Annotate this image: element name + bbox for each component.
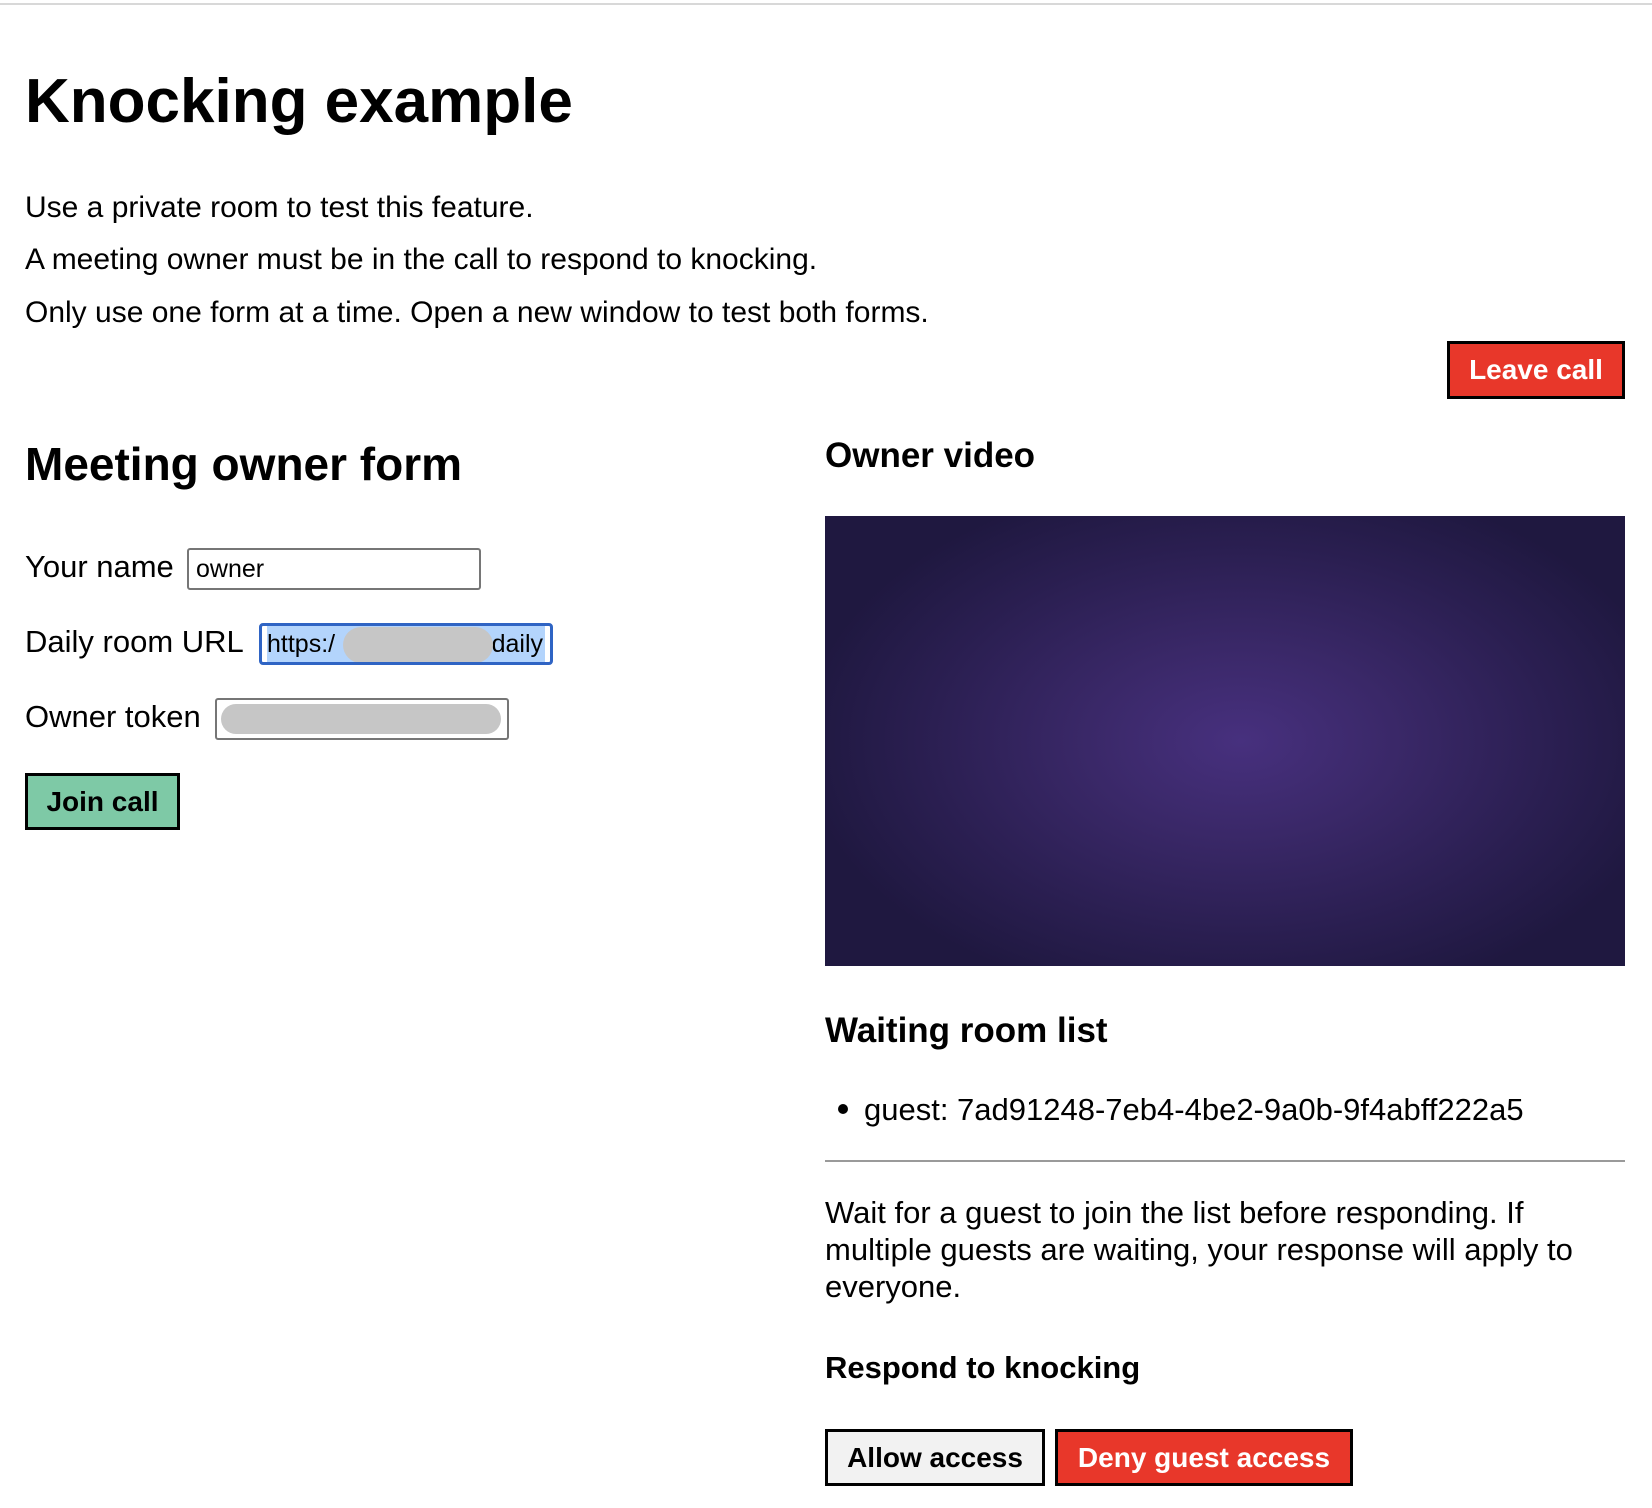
bullet-icon	[838, 1103, 848, 1114]
respond-heading: Respond to knocking	[825, 1350, 1141, 1385]
section-divider	[825, 1160, 1625, 1162]
page-title: Knocking example	[25, 67, 573, 136]
intro-line-2: A meeting owner must be in the call to r…	[25, 243, 818, 276]
join-call-button[interactable]: Join call	[25, 773, 180, 830]
url-value-start: https:/	[267, 629, 336, 658]
allow-access-button[interactable]: Allow access	[825, 1429, 1045, 1486]
token-label: Owner token	[25, 699, 201, 734]
waiting-room-item: guest: 7ad91248-7eb4-4be2-9a0b-9f4abff22…	[838, 1090, 1524, 1130]
intro-line-1: Use a private room to test this feature.	[25, 191, 534, 224]
owner-video-heading: Owner video	[825, 436, 1036, 475]
instruction-note: Wait for a guest to join the list before…	[825, 1195, 1573, 1304]
intro-line-3: Only use one form at a time. Open a new …	[25, 296, 929, 329]
url-value-end: daily	[491, 629, 543, 658]
name-label: Your name	[25, 549, 174, 584]
leave-call-button[interactable]: Leave call	[1447, 341, 1625, 399]
name-input[interactable]: owner	[187, 548, 481, 590]
url-label: Daily room URL	[25, 624, 244, 659]
room-url-input[interactable]: https:/ daily	[259, 623, 553, 665]
name-input-value: owner	[196, 554, 265, 583]
deny-access-button[interactable]: Deny guest access	[1055, 1429, 1353, 1486]
top-divider	[0, 0, 1652, 5]
owner-video	[825, 516, 1625, 966]
owner-form-heading: Meeting owner form	[25, 438, 463, 490]
waiting-room-heading: Waiting room list	[825, 1011, 1108, 1050]
redacted-url-mask	[343, 627, 493, 662]
redacted-token-mask	[221, 704, 501, 734]
waiting-guest-label: guest: 7ad91248-7eb4-4be2-9a0b-9f4abff22…	[864, 1092, 1524, 1127]
owner-token-input[interactable]	[215, 698, 509, 740]
